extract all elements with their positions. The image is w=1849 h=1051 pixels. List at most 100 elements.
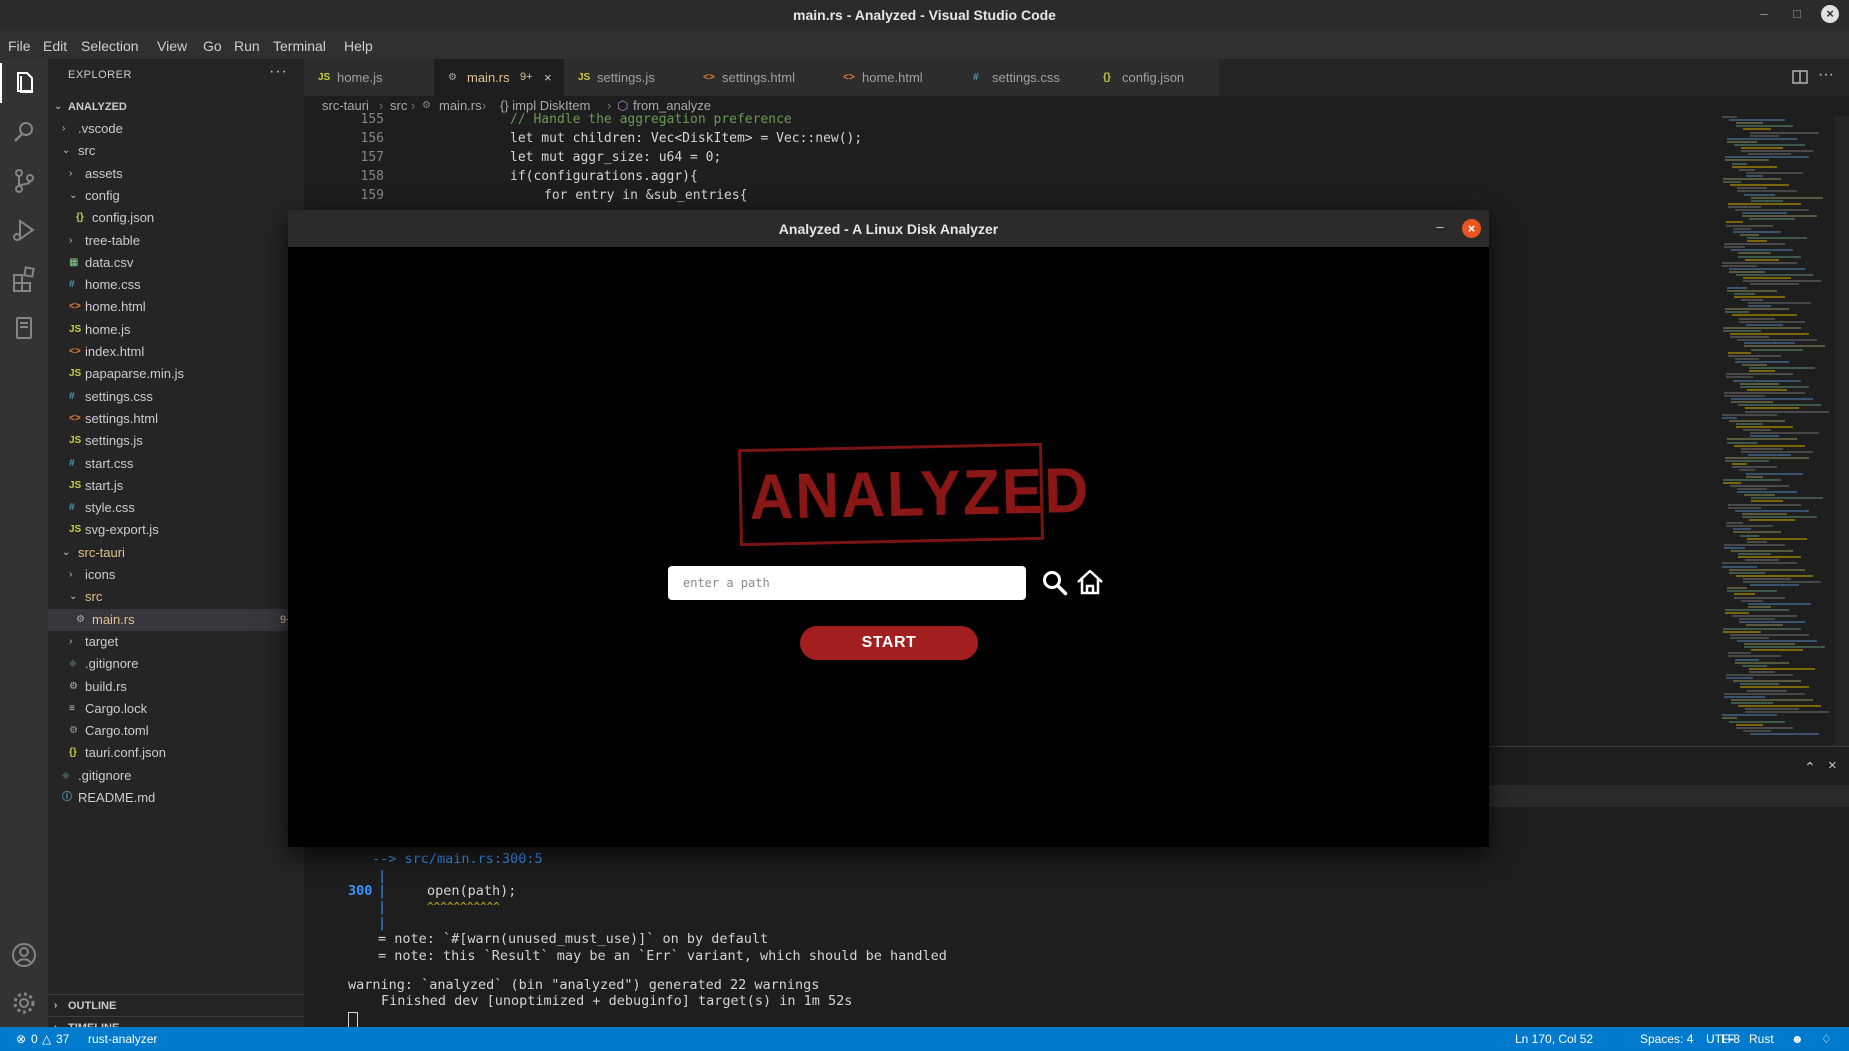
menu-terminal[interactable]: Terminal xyxy=(273,38,326,54)
maximize-panel-icon[interactable]: ⌃ xyxy=(1804,759,1816,776)
tree-file[interactable]: ◆ .gitignore xyxy=(48,765,304,787)
tab-label: home.js xyxy=(337,70,383,85)
tree-file[interactable]: # style.css xyxy=(48,497,304,519)
explorer-root[interactable]: ⌄ ANALYZED xyxy=(48,96,304,118)
more-actions-icon[interactable]: ··· xyxy=(269,63,288,81)
tree-folder[interactable]: › assets xyxy=(48,163,304,185)
tree-file[interactable]: {} config.json xyxy=(48,207,304,229)
close-panel-icon[interactable]: × xyxy=(1828,757,1837,774)
rust-analyzer-status[interactable]: rust-analyzer xyxy=(88,1027,157,1051)
maximize-button[interactable]: □ xyxy=(1788,5,1806,23)
tab-home-js[interactable]: JS home.js xyxy=(304,59,435,96)
tree-folder[interactable]: ⌄ src xyxy=(48,140,304,162)
tree-file[interactable]: ▦ data.csv xyxy=(48,252,304,274)
tree-file[interactable]: <> settings.html xyxy=(48,408,304,430)
minimap[interactable] xyxy=(1714,116,1834,746)
breadcrumb-separator: › xyxy=(482,98,487,113)
tree-folder[interactable]: › icons xyxy=(48,564,304,586)
tab-main-rs[interactable]: ⚙ main.rs 9+ × xyxy=(434,59,565,96)
language-mode[interactable]: Rust xyxy=(1749,1027,1774,1051)
tree-file[interactable]: JS home.js xyxy=(48,319,304,341)
minimap-line xyxy=(1747,540,1767,543)
tab-settings-css[interactable]: # settings.css xyxy=(959,59,1090,96)
menu-help[interactable]: Help xyxy=(344,38,373,54)
close-window-button[interactable]: × xyxy=(1821,5,1839,23)
breadcrumb-item[interactable]: main.rs xyxy=(439,96,482,116)
tree-file[interactable]: JS start.js xyxy=(48,475,304,497)
minimap-line xyxy=(1724,246,1745,249)
tree-folder[interactable]: › .vscode xyxy=(48,118,304,140)
breadcrumb-item[interactable]: src xyxy=(390,96,407,116)
error-count-icon[interactable]: ⊗ xyxy=(16,1027,26,1051)
warning-count-icon[interactable]: △ xyxy=(42,1027,51,1051)
minimap-line xyxy=(1750,732,1819,735)
tree-file[interactable]: ⚙ build.rs xyxy=(48,676,304,698)
tree-file[interactable]: JS svg-export.js xyxy=(48,519,304,541)
feedback-icon[interactable]: ☻ xyxy=(1791,1027,1804,1051)
tree-file[interactable]: ⓘ README.md xyxy=(48,787,304,809)
remote-explorer-icon[interactable] xyxy=(8,312,40,344)
menu-file[interactable]: File xyxy=(8,38,31,54)
minimize-button[interactable]: – xyxy=(1755,5,1773,23)
warning-count[interactable]: 37 xyxy=(56,1027,69,1051)
cursor-position[interactable]: Ln 170, Col 52 xyxy=(1515,1027,1593,1051)
account-icon[interactable] xyxy=(8,939,40,971)
indentation[interactable]: Spaces: 4 xyxy=(1640,1027,1693,1051)
tree-folder[interactable]: ⌄ src xyxy=(48,586,304,608)
search-icon[interactable] xyxy=(8,116,40,148)
app-close-button[interactable]: × xyxy=(1462,219,1481,238)
tree-file[interactable]: <> index.html xyxy=(48,341,304,363)
error-count[interactable]: 0 xyxy=(31,1027,38,1051)
tree-file[interactable]: <> home.html xyxy=(48,296,304,318)
code-editor[interactable]: 155 // Handle the aggregation preference… xyxy=(304,112,1714,212)
menu-go[interactable]: Go xyxy=(203,38,222,54)
menu-run[interactable]: Run xyxy=(234,38,260,54)
run-debug-icon[interactable] xyxy=(8,214,40,246)
tree-folder[interactable]: ⌄ config xyxy=(48,185,304,207)
end-of-line[interactable]: LF xyxy=(1721,1027,1735,1051)
tree-file[interactable]: # settings.css xyxy=(48,386,304,408)
editor-scrollbar[interactable] xyxy=(1834,116,1849,746)
path-input[interactable] xyxy=(668,566,1026,600)
menu-selection[interactable]: Selection xyxy=(81,38,139,54)
tree-folder[interactable]: › target xyxy=(48,631,304,653)
terminal-line: | xyxy=(378,868,387,884)
split-editor-icon[interactable] xyxy=(1791,68,1809,86)
terminal-line: = note: `#[warn(unused_must_use)]` on by… xyxy=(378,931,769,947)
tree-file[interactable]: JS settings.js xyxy=(48,430,304,452)
notification-bell-icon[interactable]: ♢ xyxy=(1821,1027,1832,1051)
search-icon[interactable] xyxy=(1040,568,1070,598)
tree-folder[interactable]: › tree-table xyxy=(48,230,304,252)
source-control-icon[interactable] xyxy=(8,165,40,197)
menu-view[interactable]: View xyxy=(157,38,187,54)
extensions-icon[interactable] xyxy=(8,263,40,295)
minimap-line xyxy=(1722,264,1757,267)
explorer-icon[interactable] xyxy=(8,67,40,99)
tree-file[interactable]: ⚙ Cargo.toml xyxy=(48,720,304,742)
tree-file[interactable]: # start.css xyxy=(48,453,304,475)
minimap-line xyxy=(1737,491,1797,494)
tab-settings-html[interactable]: <> settings.html xyxy=(689,59,830,96)
outline-section[interactable]: › OUTLINE xyxy=(48,994,304,1017)
start-button[interactable]: START xyxy=(800,626,978,660)
minimap-line xyxy=(1743,577,1791,580)
minimap-line xyxy=(1740,382,1779,385)
tab-config-json[interactable]: {} config.json xyxy=(1089,59,1220,96)
tab-settings-js[interactable]: JS settings.js xyxy=(564,59,690,96)
home-icon[interactable] xyxy=(1075,567,1105,597)
tree-file[interactable]: JS papaparse.min.js xyxy=(48,363,304,385)
tree-file[interactable]: ⚙ main.rs 9+ xyxy=(48,608,304,631)
minimap-line xyxy=(1729,720,1785,723)
minimap-line xyxy=(1725,311,1749,314)
tab-home-html[interactable]: <> home.html xyxy=(829,59,960,96)
tree-file[interactable]: # home.css xyxy=(48,274,304,296)
app-minimize-button[interactable]: – xyxy=(1431,219,1449,237)
tree-file[interactable]: ◆ .gitignore xyxy=(48,653,304,675)
tree-folder[interactable]: ⌄ src-tauri xyxy=(48,542,304,564)
tree-file[interactable]: {} tauri.conf.json xyxy=(48,742,304,764)
editor-more-icon[interactable]: ··· xyxy=(1818,66,1834,84)
menu-edit[interactable]: Edit xyxy=(43,38,67,54)
close-tab-icon[interactable]: × xyxy=(544,59,552,96)
gear-icon[interactable] xyxy=(8,987,40,1019)
tree-file[interactable]: ≡ Cargo.lock xyxy=(48,698,304,720)
